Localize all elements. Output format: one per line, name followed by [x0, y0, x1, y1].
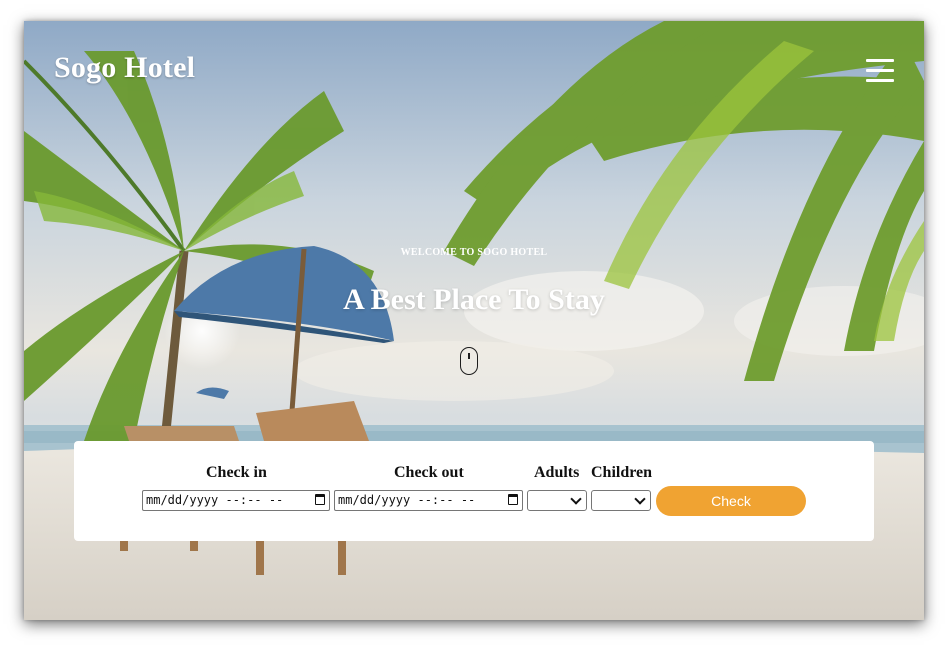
chevron-down-icon	[570, 493, 582, 505]
children-select[interactable]	[591, 490, 651, 511]
mouse-scroll-icon[interactable]	[460, 347, 478, 375]
booking-form: Check in Check out Adults Children mm/dd…	[74, 441, 874, 541]
check-in-label: Check in	[206, 464, 267, 481]
chevron-down-icon	[634, 493, 646, 505]
adults-select[interactable]	[527, 490, 587, 511]
hamburger-menu-icon[interactable]	[866, 58, 894, 84]
check-in-datetime-input[interactable]: mm/dd/yyyy --:-- --	[142, 490, 330, 511]
brand-logo[interactable]: Sogo Hotel	[54, 51, 195, 85]
check-in-value: mm/dd/yyyy --:-- --	[146, 493, 284, 507]
calendar-icon[interactable]	[508, 494, 518, 505]
calendar-icon[interactable]	[315, 494, 325, 505]
check-button[interactable]: Check	[656, 486, 806, 516]
check-out-value: mm/dd/yyyy --:-- --	[338, 493, 476, 507]
adults-label: Adults	[534, 464, 580, 481]
hero-welcome-text: WELCOME TO SOGO HOTEL	[400, 247, 548, 258]
children-label: Children	[591, 464, 653, 481]
hero-section: Sogo Hotel WELCOME TO SOGO HOTEL A Best …	[24, 21, 924, 620]
hero-title: A Best Place To Stay	[343, 283, 605, 316]
check-out-datetime-input[interactable]: mm/dd/yyyy --:-- --	[334, 490, 523, 511]
check-out-label: Check out	[394, 464, 464, 481]
